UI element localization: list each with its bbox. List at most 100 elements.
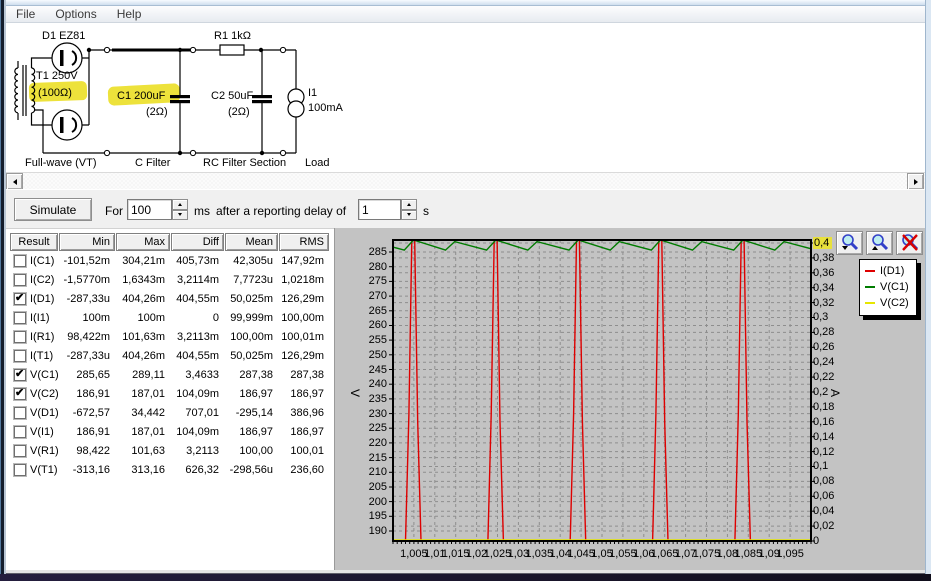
menu-file[interactable]: File <box>6 6 45 23</box>
cell-rms: 100,01m <box>279 331 329 343</box>
y-right-tick-label-highlighted: 0,4 <box>813 237 832 249</box>
plot-checkbox[interactable]: ✔ <box>14 312 26 324</box>
cell-min: -672,57 <box>59 407 115 419</box>
menu-options[interactable]: Options <box>45 6 106 23</box>
table-row: ✔V(D1)-672,5734,442707,01-295,14386,96 <box>10 403 330 422</box>
plot-checkbox[interactable]: ✔ <box>14 407 26 419</box>
column-header-result[interactable]: Result <box>10 233 58 251</box>
menu-help-label: Help <box>117 7 142 21</box>
cell-min: -101,52m <box>59 255 115 267</box>
plot-checkbox[interactable]: ✔ <box>14 274 26 286</box>
legend-label: V(C2) <box>880 297 909 309</box>
cell-max: 404,26m <box>116 293 170 305</box>
plot-checkbox[interactable]: ✔ <box>14 350 26 362</box>
result-name: V(C2) <box>30 388 59 400</box>
column-header-diff[interactable]: Diff <box>171 233 224 251</box>
column-header-label: Mean <box>245 236 273 248</box>
t1-label: T1 250V <box>36 70 78 82</box>
y-left-tick-label: 215 <box>351 452 387 464</box>
cell-max: 100m <box>116 312 170 324</box>
y-left-tick-label: 240 <box>351 378 387 390</box>
cell-min: -1,5770m <box>59 274 115 286</box>
duration-value: 100 <box>131 203 151 217</box>
section-label-load: Load <box>305 157 329 169</box>
plot-checkbox[interactable]: ✔ <box>14 464 26 476</box>
y-right-tick-label: 0,36 <box>813 267 834 279</box>
simulate-button[interactable]: Simulate <box>14 198 92 221</box>
table-row: ✔V(C2)186,91187,01104,09m186,97186,97 <box>10 384 330 403</box>
cell-max: 187,01 <box>116 388 170 400</box>
cell-diff: 3,4633 <box>171 369 224 381</box>
delay-stepper-down[interactable] <box>401 210 417 221</box>
circuit-canvas[interactable]: D1 EZ81 R1 1kΩ T1 250V (100Ω) C1 200uF (… <box>6 23 925 172</box>
result-name: V(C1) <box>30 369 59 381</box>
cell-max: 404,26m <box>116 350 170 362</box>
plot-checkbox[interactable]: ✔ <box>14 445 26 457</box>
delay-stepper-up[interactable] <box>401 199 417 210</box>
scroll-left-button[interactable] <box>6 173 23 190</box>
duration-stepper-down[interactable] <box>172 210 188 221</box>
horizontal-scrollbar[interactable] <box>6 172 925 189</box>
cell-diff: 104,09m <box>171 426 224 438</box>
plot-checkbox[interactable]: ✔ <box>14 426 26 438</box>
waveform-plot[interactable] <box>335 228 925 573</box>
cell-max: 304,21m <box>116 255 170 267</box>
cell-diff: 405,73m <box>171 255 224 267</box>
section-label-rc-filter: RC Filter Section <box>203 157 286 169</box>
cell-mean: 186,97 <box>225 388 278 400</box>
y-right-tick-label: 0,14 <box>813 431 834 443</box>
cell-min: 100m <box>59 312 115 324</box>
plot-checkbox[interactable]: ✔ <box>14 293 26 305</box>
cell-min: 98,422m <box>59 331 115 343</box>
chart-panel: V A 285280275270265260255250245240235230… <box>334 228 925 573</box>
results-table: Result Min MaxDiff Mean RMS ✔ I(C1) -101,52m304… <box>10 233 330 479</box>
zoom-reset-button[interactable] <box>896 231 923 255</box>
plot-checkbox[interactable]: ✔ <box>14 331 26 343</box>
y-right-tick-label: 0,32 <box>813 297 834 309</box>
menu-file-label: File <box>16 7 35 21</box>
delay-label: after a reporting delay of <box>216 204 346 218</box>
cell-rms: 100,00m <box>279 312 329 324</box>
cell-diff: 3,2113 <box>171 445 224 457</box>
y-left-tick-label: 210 <box>351 466 387 478</box>
result-name-cell: ✔V(R1) <box>10 445 58 457</box>
column-header-label: Min <box>92 236 110 248</box>
checkmark-icon: ✔ <box>15 367 24 380</box>
cell-rms: 236,60 <box>279 464 329 476</box>
duration-input[interactable]: 100 <box>127 199 172 220</box>
column-header-min[interactable]: Min <box>59 233 115 251</box>
simulate-button-label: Simulate <box>30 203 77 217</box>
column-header-max[interactable]: Max <box>116 233 170 251</box>
y-left-tick-label: 225 <box>351 422 387 434</box>
scroll-right-button[interactable] <box>907 173 924 190</box>
cell-rms: 147,92m <box>279 255 329 267</box>
plot-checkbox[interactable]: ✔ <box>14 255 26 267</box>
duration-stepper-up[interactable] <box>172 199 188 210</box>
cell-mean: 100,00m <box>225 331 278 343</box>
cell-mean: 99,999m <box>225 312 278 324</box>
menu-options-label: Options <box>55 7 96 21</box>
cell-rms: 186,97 <box>279 388 329 400</box>
cell-rms: 386,96 <box>279 407 329 419</box>
delay-input[interactable]: 1 <box>358 199 401 220</box>
column-header-mean[interactable]: Mean <box>225 233 278 251</box>
y-left-tick-label: 230 <box>351 408 387 420</box>
result-name: I(C1) <box>30 255 54 267</box>
cell-rms: 100,01 <box>279 445 329 457</box>
cell-mean: 50,025m <box>225 350 278 362</box>
y-left-tick-label: 270 <box>351 290 387 302</box>
y-left-tick-label: 235 <box>351 393 387 405</box>
cell-max: 34,442 <box>116 407 170 419</box>
cell-max: 313,16 <box>116 464 170 476</box>
column-header-rms[interactable]: RMS <box>279 233 329 251</box>
table-row: ✔I(C2)-1,5770m1,6343m3,2114m7,7723u1,021… <box>10 270 330 289</box>
plot-checkbox[interactable]: ✔ <box>14 369 26 381</box>
cell-mean: 7,7723u <box>225 274 278 286</box>
zoom-out-button[interactable] <box>866 231 893 255</box>
spin-down-icon <box>407 213 411 216</box>
menu-help[interactable]: Help <box>107 6 152 23</box>
plot-checkbox[interactable]: ✔ <box>14 388 26 400</box>
cell-mean: 100,00 <box>225 445 278 457</box>
result-name: I(I1) <box>30 312 50 324</box>
zoom-in-button[interactable] <box>836 231 863 255</box>
